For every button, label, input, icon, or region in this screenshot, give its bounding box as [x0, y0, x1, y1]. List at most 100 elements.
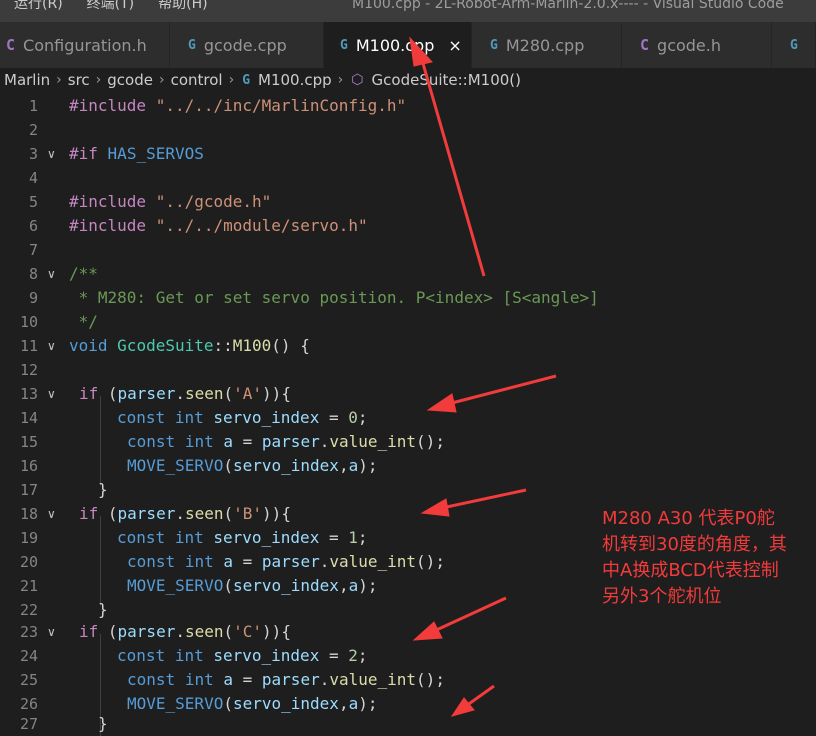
code-line: 23 ∨ if (parser.seen('C')){ — [0, 620, 816, 644]
line-number: 22 — [19, 601, 38, 619]
annotation-line: 机转到30度的角度，其 — [602, 534, 787, 555]
tab-gcode-cpp[interactable]: G gcode.cpp — [170, 22, 324, 68]
line-number: 15 — [19, 433, 38, 451]
fold-chevron-icon[interactable]: ∨ — [47, 142, 56, 166]
line-number: 13 — [19, 385, 38, 403]
menu-terminal[interactable]: 终端(T) — [73, 0, 144, 14]
tab-gcode-h[interactable]: C gcode.h — [622, 22, 772, 68]
line-number: 7 — [28, 241, 38, 259]
code-text: } — [98, 600, 108, 619]
fold-chevron-icon[interactable]: ∨ — [47, 262, 56, 286]
line-number: 4 — [28, 169, 38, 187]
c-file-icon: C — [6, 36, 16, 54]
tab-label: gcode.cpp — [203, 35, 287, 55]
code-line: 16 MOVE_SERVO(servo_index,a); — [0, 454, 816, 478]
tab-label: M280.cpp — [505, 35, 585, 55]
code-text: const int servo_index = 1; — [117, 528, 368, 547]
code-line: 2 — [0, 118, 816, 142]
code-line: 27 } — [0, 712, 816, 736]
close-icon[interactable]: × — [448, 36, 461, 55]
line-number: 18 — [19, 505, 38, 523]
annotation-line: 中A换成BCD代表控制 — [602, 560, 779, 581]
code-text: #if HAS_SERVOS — [69, 144, 204, 163]
tab-overflow[interactable]: G — [772, 22, 816, 68]
line-number: 11 — [19, 337, 38, 355]
tab-configuration-h[interactable]: C Configuration.h — [0, 22, 170, 68]
code-line: 24 const int servo_index = 2; — [0, 644, 816, 668]
cpp-file-icon: G — [790, 37, 798, 53]
code-line: 5 #include "../gcode.h" — [0, 190, 816, 214]
cpp-file-icon: G — [242, 72, 251, 88]
code-text: const int servo_index = 2; — [117, 646, 368, 665]
menu-bar: 运行(R) 终端(T) 帮助(H) — [0, 0, 218, 14]
title-bar: 运行(R) 终端(T) 帮助(H) M100.cpp - 2L-Robot-Ar… — [0, 0, 816, 22]
code-text: const int a = parser.value_int(); — [127, 670, 445, 689]
window-title: M100.cpp - 2L-Robot-Arm-Marlin-2.0.x----… — [352, 0, 784, 12]
code-line: 12 — [0, 358, 816, 382]
c-file-icon: C — [640, 36, 650, 54]
line-number: 20 — [19, 553, 38, 571]
code-line: 6 #include "../../module/servo.h" — [0, 214, 816, 238]
chevron-right-icon: › — [158, 72, 165, 88]
code-text: */ — [69, 312, 98, 331]
annotation-note: M280 A30 代表P0舵 机转到30度的角度，其 中A换成BCD代表控制 另… — [602, 506, 812, 610]
code-editor[interactable]: 1 #include "../../inc/MarlinConfig.h" 2 … — [0, 92, 816, 736]
cpp-file-icon: G — [188, 37, 196, 53]
code-line: 3 ∨ #if HAS_SERVOS — [0, 142, 816, 166]
code-line: 9 * M280: Get or set servo position. P<i… — [0, 286, 816, 310]
code-text: if (parser.seen('A')){ — [79, 384, 291, 403]
line-number: 8 — [28, 265, 38, 283]
menu-help[interactable]: 帮助(H) — [144, 0, 217, 14]
breadcrumb-gcode[interactable]: gcode — [105, 71, 155, 89]
tab-bar: C Configuration.h G gcode.cpp G M100.cpp… — [0, 22, 816, 68]
chevron-right-icon: › — [56, 72, 62, 88]
line-number: 5 — [28, 193, 38, 211]
line-number: 17 — [19, 481, 38, 499]
fold-chevron-icon[interactable]: ∨ — [47, 502, 56, 526]
code-line: 4 — [0, 166, 816, 190]
line-number: 24 — [19, 647, 38, 665]
line-number: 3 — [28, 145, 38, 163]
tab-label: gcode.h — [657, 35, 721, 55]
tab-label: M100.cpp — [355, 35, 435, 55]
fold-chevron-icon[interactable]: ∨ — [47, 334, 56, 358]
fold-chevron-icon[interactable]: ∨ — [47, 382, 56, 406]
line-number: 16 — [19, 457, 38, 475]
breadcrumb-file[interactable]: M100.cpp — [256, 71, 334, 89]
code-text: if (parser.seen('C')){ — [79, 622, 291, 641]
menu-run[interactable]: 运行(R) — [0, 0, 73, 14]
breadcrumb-marlin[interactable]: Marlin — [0, 71, 52, 89]
code-line: 1 #include "../../inc/MarlinConfig.h" — [0, 94, 816, 118]
annotation-line: M280 A30 代表P0舵 — [602, 508, 775, 529]
code-text: #include "../../inc/MarlinConfig.h" — [69, 96, 407, 115]
breadcrumb-control[interactable]: control — [169, 71, 225, 89]
code-text: const int a = parser.value_int(); — [127, 432, 445, 451]
tab-m100-cpp[interactable]: G M100.cpp × — [324, 22, 472, 68]
code-line: 13 ∨ if (parser.seen('A')){ — [0, 382, 816, 406]
code-text: const int servo_index = 0; — [117, 408, 368, 427]
annotation-line: 另外3个舵机位 — [602, 586, 722, 607]
code-text: * M280: Get or set servo position. P<ind… — [69, 288, 599, 307]
code-text: } — [98, 480, 108, 499]
code-line: 10 */ — [0, 310, 816, 334]
code-line: 25 const int a = parser.value_int(); — [0, 668, 816, 692]
line-number: 23 — [19, 623, 38, 641]
line-number: 6 — [28, 217, 38, 235]
cpp-file-icon: G — [340, 37, 348, 53]
code-text: if (parser.seen('B')){ — [79, 504, 291, 523]
code-line: 17 } — [0, 478, 816, 502]
breadcrumb-symbol[interactable]: GcodeSuite::M100() — [370, 71, 524, 89]
method-cube-icon: ⬡ — [351, 72, 364, 88]
code-text: #include "../gcode.h" — [69, 192, 272, 211]
breadcrumb-src[interactable]: src — [66, 71, 92, 89]
chevron-right-icon: › — [95, 72, 102, 88]
line-number: 1 — [28, 97, 38, 115]
tab-m280-cpp[interactable]: G M280.cpp — [472, 22, 622, 68]
code-line: 7 — [0, 238, 816, 262]
code-text: MOVE_SERVO(servo_index,a); — [127, 456, 378, 475]
line-number: 2 — [28, 121, 38, 139]
tab-label: Configuration.h — [23, 35, 147, 55]
code-text: /** — [69, 264, 98, 283]
fold-chevron-icon[interactable]: ∨ — [47, 620, 56, 644]
line-number: 10 — [19, 313, 38, 331]
